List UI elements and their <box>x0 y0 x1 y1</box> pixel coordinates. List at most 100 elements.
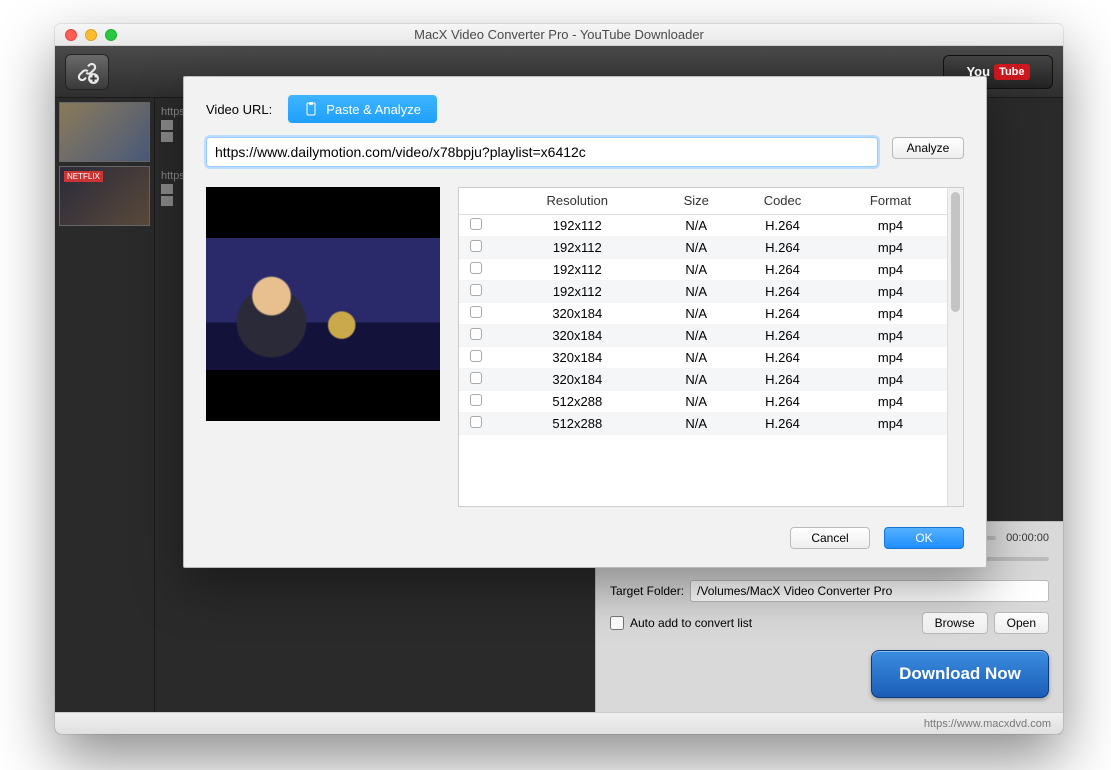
cell-codec: H.264 <box>731 412 834 434</box>
cell-format: mp4 <box>834 390 947 412</box>
cell-size: N/A <box>662 390 731 412</box>
cell-resolution: 512x288 <box>493 412 662 434</box>
cell-resolution: 512x288 <box>493 390 662 412</box>
cell-resolution: 192x112 <box>493 258 662 280</box>
row-checkbox[interactable] <box>470 262 482 274</box>
ok-button[interactable]: OK <box>884 527 964 549</box>
row-checkbox[interactable] <box>470 394 482 406</box>
sidebar: NETFLIX <box>55 98 155 734</box>
cell-resolution: 320x184 <box>493 346 662 368</box>
col-size[interactable]: Size <box>662 188 731 214</box>
cell-resolution: 320x184 <box>493 302 662 324</box>
cell-format: mp4 <box>834 214 947 236</box>
table-row[interactable]: 192x112N/AH.264mp4 <box>459 258 947 280</box>
download-icon <box>161 132 173 142</box>
video-thumbnail <box>206 238 440 370</box>
cell-size: N/A <box>662 214 731 236</box>
row-checkbox[interactable] <box>470 240 482 252</box>
analyze-button[interactable]: Analyze <box>892 137 964 159</box>
status-bar: https://www.macxdvd.com <box>55 712 1063 734</box>
video-preview <box>206 187 440 421</box>
video-url-label: Video URL: <box>206 102 272 117</box>
row-checkbox[interactable] <box>470 350 482 362</box>
row-checkbox[interactable] <box>470 372 482 384</box>
queue-url-prefix: https <box>161 106 185 118</box>
download-now-button[interactable]: Download Now <box>871 650 1049 698</box>
titlebar: MacX Video Converter Pro - YouTube Downl… <box>55 24 1063 46</box>
table-scrollbar[interactable] <box>947 188 963 506</box>
cell-size: N/A <box>662 258 731 280</box>
cell-format: mp4 <box>834 258 947 280</box>
cell-resolution: 320x184 <box>493 368 662 390</box>
paste-analyze-label: Paste & Analyze <box>326 102 421 117</box>
queue-thumb[interactable]: NETFLIX <box>59 166 150 226</box>
queue-url-prefix: https <box>161 170 185 182</box>
cell-size: N/A <box>662 280 731 302</box>
cell-size: N/A <box>662 346 731 368</box>
row-checkbox[interactable] <box>470 416 482 428</box>
cell-format: mp4 <box>834 236 947 258</box>
row-checkbox[interactable] <box>470 306 482 318</box>
auto-add-checkbox[interactable] <box>610 616 624 630</box>
cell-resolution: 320x184 <box>493 324 662 346</box>
row-checkbox[interactable] <box>470 218 482 230</box>
cell-codec: H.264 <box>731 258 834 280</box>
cell-size: N/A <box>662 368 731 390</box>
table-row[interactable]: 192x112N/AH.264mp4 <box>459 214 947 236</box>
cell-format: mp4 <box>834 324 947 346</box>
cell-codec: H.264 <box>731 236 834 258</box>
cell-format: mp4 <box>834 302 947 324</box>
format-table: Resolution Size Codec Format 192x112N/AH… <box>458 187 964 507</box>
table-row[interactable]: 320x184N/AH.264mp4 <box>459 368 947 390</box>
cell-size: N/A <box>662 302 731 324</box>
cell-size: N/A <box>662 324 731 346</box>
cell-resolution: 192x112 <box>493 280 662 302</box>
cell-codec: H.264 <box>731 280 834 302</box>
table-row[interactable]: 192x112N/AH.264mp4 <box>459 236 947 258</box>
table-row[interactable]: 192x112N/AH.264mp4 <box>459 280 947 302</box>
table-row[interactable]: 512x288N/AH.264mp4 <box>459 390 947 412</box>
cell-codec: H.264 <box>731 390 834 412</box>
video-icon <box>161 184 173 194</box>
col-format[interactable]: Format <box>834 188 947 214</box>
analyze-dialog: Video URL: Paste & Analyze Analyze <box>183 76 987 568</box>
cell-codec: H.264 <box>731 302 834 324</box>
table-row[interactable]: 512x288N/AH.264mp4 <box>459 412 947 434</box>
cell-codec: H.264 <box>731 214 834 236</box>
clipboard-icon <box>304 102 318 116</box>
video-icon <box>161 120 173 130</box>
row-checkbox[interactable] <box>470 284 482 296</box>
paste-analyze-button[interactable]: Paste & Analyze <box>288 95 437 123</box>
cell-codec: H.264 <box>731 346 834 368</box>
download-icon <box>161 196 173 206</box>
add-link-button[interactable] <box>65 54 109 90</box>
cell-resolution: 192x112 <box>493 214 662 236</box>
col-codec[interactable]: Codec <box>731 188 834 214</box>
cell-codec: H.264 <box>731 368 834 390</box>
status-url: https://www.macxdvd.com <box>924 718 1051 730</box>
browse-button[interactable]: Browse <box>922 612 988 634</box>
target-folder-input[interactable] <box>690 580 1049 602</box>
cell-format: mp4 <box>834 412 947 434</box>
table-row[interactable]: 320x184N/AH.264mp4 <box>459 324 947 346</box>
main-window: MacX Video Converter Pro - YouTube Downl… <box>55 24 1063 734</box>
row-checkbox[interactable] <box>470 328 482 340</box>
video-url-input[interactable] <box>206 137 878 167</box>
youtube-suffix: Tube <box>994 64 1029 80</box>
cancel-button[interactable]: Cancel <box>790 527 870 549</box>
cell-format: mp4 <box>834 280 947 302</box>
cell-format: mp4 <box>834 368 947 390</box>
window-title: MacX Video Converter Pro - YouTube Downl… <box>55 27 1063 42</box>
col-resolution[interactable]: Resolution <box>493 188 662 214</box>
playback-time: 00:00:00 <box>1006 532 1049 544</box>
cell-codec: H.264 <box>731 324 834 346</box>
auto-add-label: Auto add to convert list <box>630 616 752 630</box>
queue-thumb[interactable] <box>59 102 150 162</box>
table-row[interactable]: 320x184N/AH.264mp4 <box>459 302 947 324</box>
open-button[interactable]: Open <box>994 612 1049 634</box>
cell-size: N/A <box>662 236 731 258</box>
target-folder-label: Target Folder: <box>610 584 684 598</box>
cell-size: N/A <box>662 412 731 434</box>
table-row[interactable]: 320x184N/AH.264mp4 <box>459 346 947 368</box>
cell-format: mp4 <box>834 346 947 368</box>
